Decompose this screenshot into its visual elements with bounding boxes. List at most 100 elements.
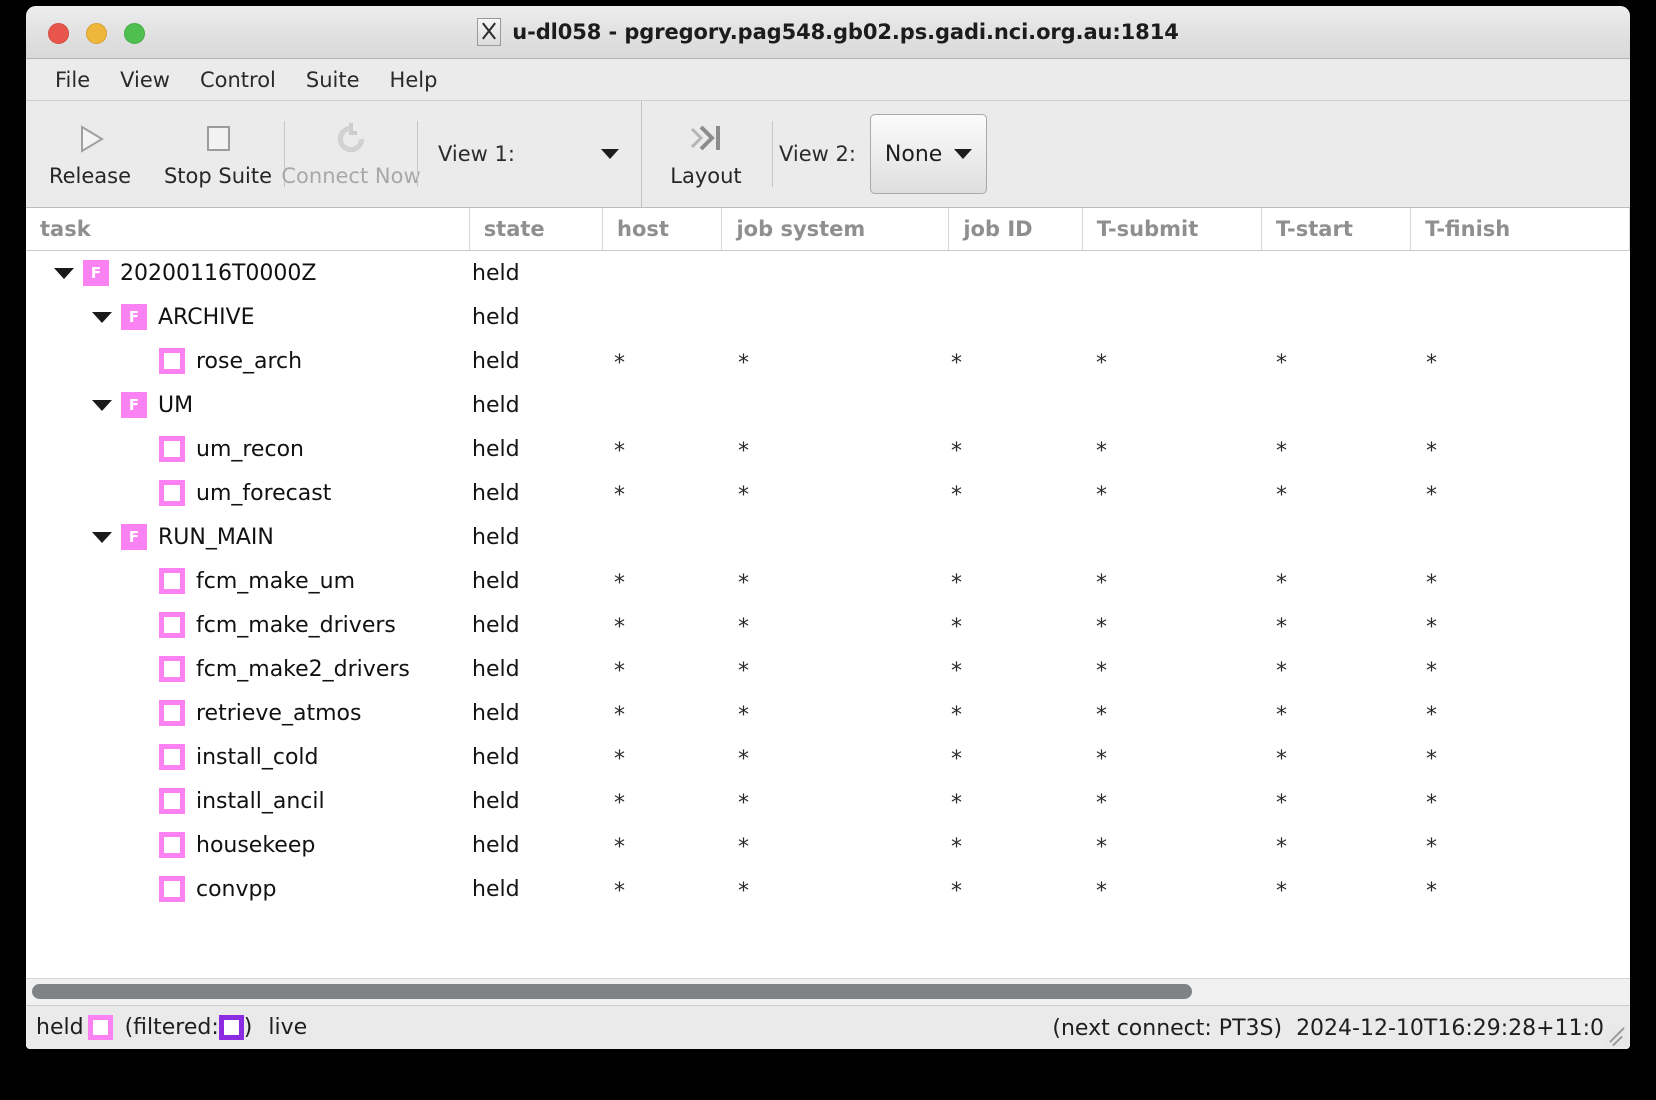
table-row[interactable]: fcm_make_drivers held * * * * * * — [26, 603, 1630, 647]
tree-node[interactable]: F 20200116T0000Z — [54, 251, 316, 295]
table-row[interactable]: um_forecast held * * * * * * — [26, 471, 1630, 515]
tree-node-label: install_ancil — [196, 788, 325, 814]
filtered-swatch-icon — [218, 1015, 244, 1040]
connect-now-button[interactable]: Connect Now — [281, 101, 421, 207]
held-swatch-icon — [87, 1015, 113, 1040]
cell-placeholder: * — [614, 647, 625, 691]
asterisk-icon: * — [614, 483, 625, 508]
cell-placeholder: * — [614, 603, 625, 647]
asterisk-icon: * — [951, 439, 962, 464]
asterisk-icon: * — [614, 791, 625, 816]
asterisk-icon: * — [1426, 835, 1437, 860]
cell-placeholder: * — [1096, 339, 1107, 383]
asterisk-icon: * — [1426, 351, 1437, 376]
cell-placeholder: * — [738, 427, 749, 471]
column-header-task[interactable]: task — [26, 208, 470, 250]
cell-state: held — [472, 876, 520, 902]
table-row[interactable]: housekeep held * * * * * * — [26, 823, 1630, 867]
release-button[interactable]: Release — [26, 101, 154, 207]
next-connect-label: (next connect: PT3S) — [1052, 1015, 1283, 1041]
menu-control[interactable]: Control — [185, 65, 291, 95]
table-row[interactable]: F 20200116T0000Z held — [26, 251, 1630, 295]
task-state-icon — [159, 436, 185, 462]
stop-suite-button[interactable]: Stop Suite — [154, 101, 282, 207]
menu-view[interactable]: View — [105, 65, 185, 95]
view2-dropdown[interactable]: None — [869, 114, 988, 194]
asterisk-icon: * — [1096, 659, 1107, 684]
menu-help[interactable]: Help — [375, 65, 453, 95]
cell-placeholder: * — [614, 735, 625, 779]
tree-node[interactable]: um_forecast — [130, 471, 331, 515]
family-state-icon: F — [121, 524, 147, 550]
asterisk-icon: * — [1426, 879, 1437, 904]
tree-node[interactable]: housekeep — [130, 823, 315, 867]
column-header-t-start[interactable]: T-start — [1262, 208, 1412, 250]
asterisk-icon: * — [614, 659, 625, 684]
cell-placeholder: * — [1276, 339, 1287, 383]
tree-node[interactable]: install_cold — [130, 735, 318, 779]
table-row[interactable]: retrieve_atmos held * * * * * * — [26, 691, 1630, 735]
tree-node[interactable]: rose_arch — [130, 339, 302, 383]
column-header-job-id[interactable]: job ID — [949, 208, 1083, 250]
column-header-t-submit[interactable]: T-submit — [1083, 208, 1262, 250]
task-tree[interactable]: F 20200116T0000Z held F ARCHIVE held rose_arch… — [26, 251, 1630, 978]
expand-collapse-triangle-icon[interactable] — [92, 531, 112, 543]
menu-suite[interactable]: Suite — [291, 65, 375, 95]
table-row[interactable]: convpp held * * * * * * — [26, 867, 1630, 911]
table-row[interactable]: um_recon held * * * * * * — [26, 427, 1630, 471]
asterisk-icon: * — [951, 791, 962, 816]
table-row[interactable]: install_cold held * * * * * * — [26, 735, 1630, 779]
menu-file[interactable]: File — [40, 65, 105, 95]
cell-placeholder: * — [738, 691, 749, 735]
chevron-down-icon[interactable] — [600, 149, 619, 159]
tree-node[interactable]: F UM — [92, 383, 193, 427]
status-bar: held (filtered: ) live (next connect: PT… — [26, 1005, 1630, 1049]
cell-placeholder: * — [1276, 735, 1287, 779]
expand-collapse-triangle-icon[interactable] — [92, 399, 112, 411]
horizontal-scrollbar[interactable] — [26, 978, 1630, 1005]
cell-placeholder: * — [1276, 779, 1287, 823]
tree-node-label: UM — [158, 392, 194, 418]
table-row[interactable]: fcm_make2_drivers held * * * * * * — [26, 647, 1630, 691]
asterisk-icon: * — [1276, 747, 1287, 772]
asterisk-icon: * — [738, 703, 749, 728]
expand-collapse-triangle-icon[interactable] — [54, 267, 74, 279]
view2-value: None — [884, 141, 943, 167]
table-row[interactable]: fcm_make_um held * * * * * * — [26, 559, 1630, 603]
tree-node[interactable]: retrieve_atmos — [130, 691, 361, 735]
view1-selector[interactable]: View 1: — [420, 142, 641, 166]
asterisk-icon: * — [1276, 835, 1287, 860]
tree-node[interactable]: F RUN_MAIN — [92, 515, 274, 559]
asterisk-icon: * — [951, 483, 962, 508]
tree-node[interactable]: F ARCHIVE — [92, 295, 255, 339]
cell-state: held — [472, 612, 520, 638]
layout-button[interactable]: Layout — [642, 101, 770, 207]
table-row[interactable]: F UM held — [26, 383, 1630, 427]
tree-node[interactable]: fcm_make_drivers — [130, 603, 396, 647]
table-row[interactable]: F RUN_MAIN held — [26, 515, 1630, 559]
column-header-t-finish[interactable]: T-finish — [1411, 208, 1630, 250]
resize-grip[interactable] — [1606, 1025, 1628, 1047]
tree-node[interactable]: install_ancil — [130, 779, 325, 823]
cell-placeholder: * — [951, 471, 962, 515]
table-row[interactable]: F ARCHIVE held — [26, 295, 1630, 339]
asterisk-icon: * — [1096, 351, 1107, 376]
cell-placeholder: * — [1426, 471, 1437, 515]
column-header-state[interactable]: state — [470, 208, 604, 250]
scrollbar-thumb[interactable] — [32, 984, 1192, 999]
asterisk-icon: * — [614, 703, 625, 728]
tree-node[interactable]: fcm_make_um — [130, 559, 355, 603]
column-header-job-system[interactable]: job system — [722, 208, 950, 250]
table-row[interactable]: rose_arch held * * * * * * — [26, 339, 1630, 383]
cell-placeholder: * — [614, 559, 625, 603]
chevron-down-icon[interactable] — [954, 149, 973, 159]
asterisk-icon: * — [1096, 571, 1107, 596]
tree-node[interactable]: um_recon — [130, 427, 304, 471]
tree-node[interactable]: convpp — [130, 867, 276, 911]
expand-collapse-triangle-icon[interactable] — [92, 311, 112, 323]
cell-placeholder: * — [1426, 823, 1437, 867]
table-row[interactable]: install_ancil held * * * * * * — [26, 779, 1630, 823]
cell-state: held — [472, 260, 520, 286]
tree-node[interactable]: fcm_make2_drivers — [130, 647, 410, 691]
column-header-host[interactable]: host — [603, 208, 723, 250]
